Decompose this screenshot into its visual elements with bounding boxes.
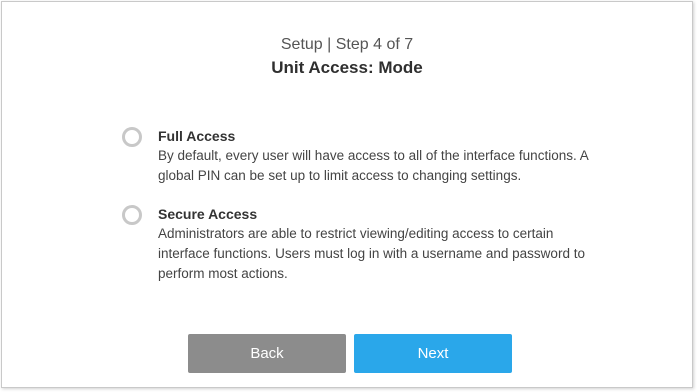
secure-access-text: Secure Access Administrators are able to… bbox=[158, 205, 598, 284]
page-title: Unit Access: Mode bbox=[271, 58, 423, 77]
full-access-title: Full Access bbox=[158, 128, 236, 144]
step-indicator: Setup | Step 4 of 7 bbox=[280, 36, 414, 53]
full-access-text: Full Access By default, every user will … bbox=[158, 127, 598, 186]
full-access-radio[interactable] bbox=[122, 127, 142, 147]
secure-access-description: Administrators are able to restrict view… bbox=[158, 226, 585, 281]
back-button[interactable]: Back bbox=[188, 334, 346, 373]
dialog-header: Setup | Step 4 of 7 Unit Access: Mode bbox=[2, 35, 692, 79]
secure-access-radio[interactable] bbox=[122, 205, 142, 225]
setup-dialog: Setup | Step 4 of 7 Unit Access: Mode Fu… bbox=[1, 1, 693, 388]
next-button[interactable]: Next bbox=[354, 334, 512, 373]
secure-access-title: Secure Access bbox=[158, 206, 258, 222]
full-access-description: By default, every user will have access … bbox=[158, 148, 588, 183]
